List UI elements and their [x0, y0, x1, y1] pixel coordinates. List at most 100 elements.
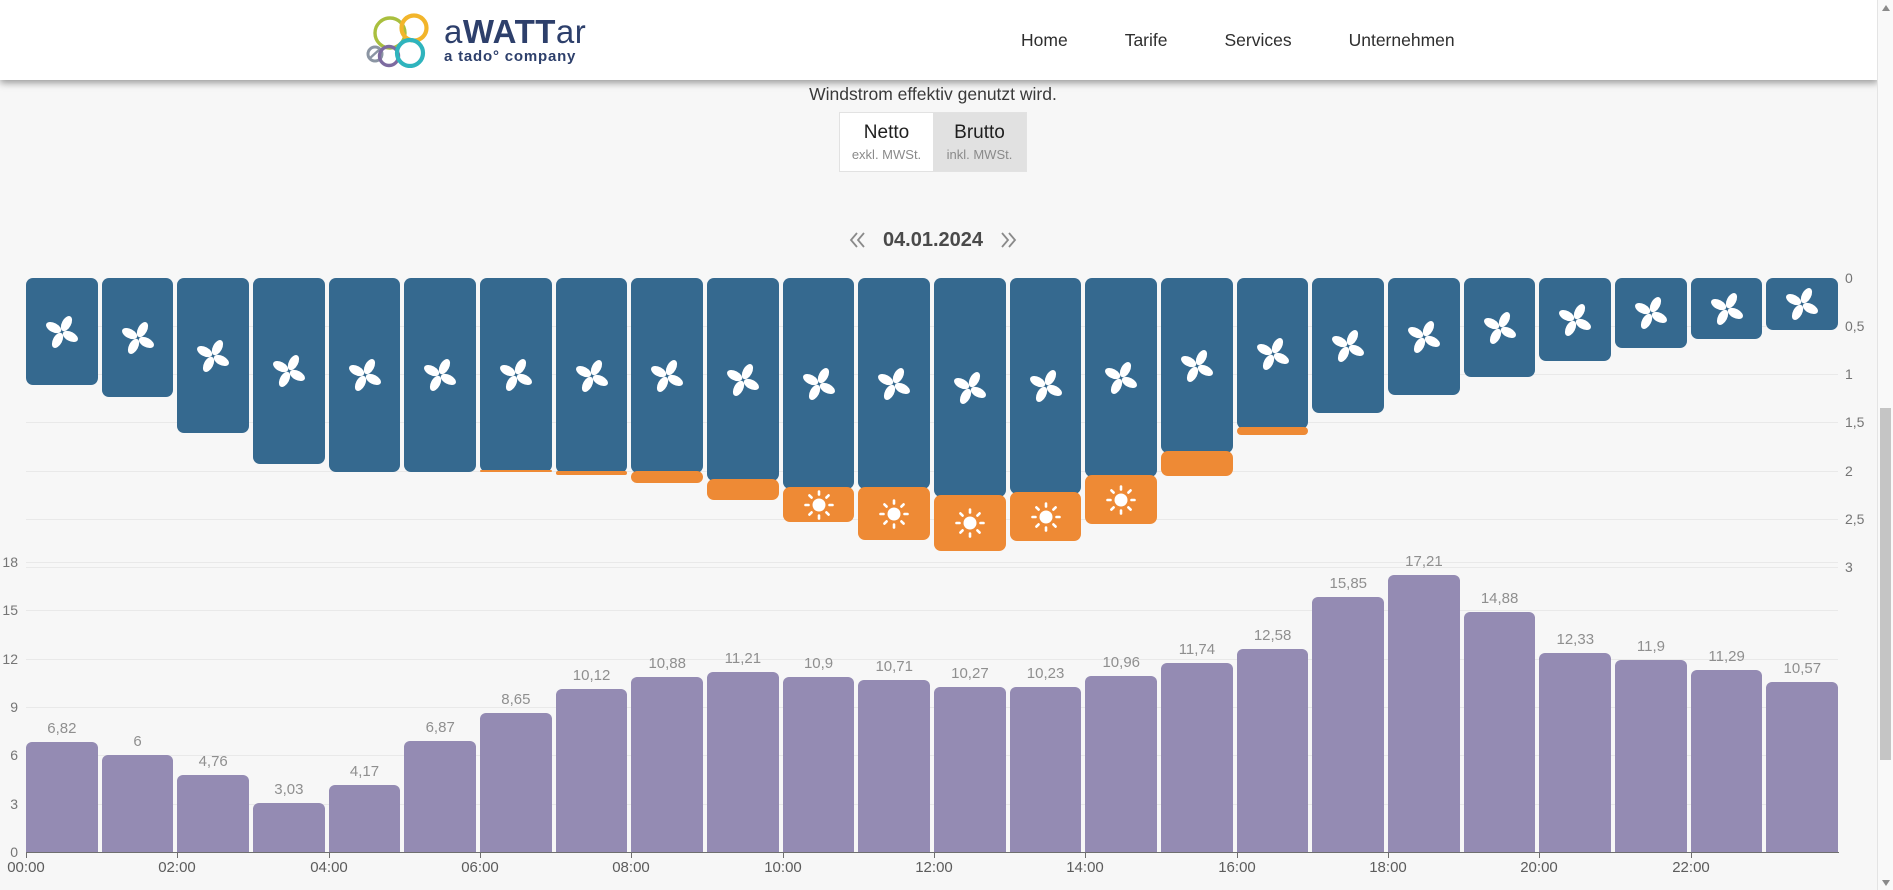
forecast-column[interactable] [1539, 278, 1611, 361]
wind-turbine-icon [346, 356, 384, 394]
forecast-column[interactable] [1085, 278, 1157, 524]
price-value-label: 10,57 [1752, 660, 1852, 677]
forecast-column[interactable] [1388, 278, 1460, 395]
price-column[interactable]: 14,88 [1464, 560, 1536, 852]
price-column[interactable]: 8,65 [480, 560, 552, 852]
netto-toggle-button[interactable]: Netto exkl. MWSt. [840, 113, 933, 171]
forecast-column[interactable] [858, 278, 930, 540]
price-column[interactable]: 11,74 [1161, 560, 1233, 852]
wind-turbine-icon [1783, 285, 1821, 323]
awattar-logo-icon [363, 12, 433, 68]
next-day-button[interactable] [996, 228, 1020, 252]
nav-unternehmen[interactable]: Unternehmen [1349, 30, 1455, 51]
price-column[interactable]: 10,23 [1010, 560, 1082, 852]
forecast-column[interactable] [1161, 278, 1233, 476]
forecast-column[interactable] [1615, 278, 1687, 348]
wind-turbine-icon [1178, 347, 1216, 385]
price-column[interactable]: 10,27 [934, 560, 1006, 852]
forecast-column[interactable] [1464, 278, 1536, 377]
price-bar [1464, 612, 1536, 852]
price-column[interactable]: 11,21 [707, 560, 779, 852]
price-column[interactable]: 10,57 [1766, 560, 1838, 852]
forecast-column[interactable] [1237, 278, 1309, 435]
wind-turbine-icon [1405, 318, 1443, 356]
forecast-column[interactable] [329, 278, 401, 472]
x-axis-label: 16:00 [1207, 859, 1267, 876]
brutto-toggle-button[interactable]: Brutto inkl. MWSt. [933, 113, 1026, 171]
forecast-column[interactable] [1766, 278, 1838, 330]
price-column[interactable]: 10,96 [1085, 560, 1157, 852]
price-column[interactable]: 6,82 [26, 560, 98, 852]
forecast-column[interactable] [26, 278, 98, 385]
price-column[interactable]: 15,85 [1312, 560, 1384, 852]
wind-bar [1464, 278, 1536, 377]
price-column[interactable]: 10,71 [858, 560, 930, 852]
page-scrollbar[interactable] [1877, 0, 1893, 890]
wind-turbine-icon [648, 357, 686, 395]
forecast-column[interactable] [556, 278, 628, 475]
forecast-column[interactable] [404, 278, 476, 472]
wind-bar [1237, 278, 1309, 429]
wind-turbine-icon [119, 319, 157, 357]
forecast-column[interactable] [1691, 278, 1763, 339]
wind-bar [934, 278, 1006, 497]
wind-bar [1388, 278, 1460, 395]
wind-bar [1615, 278, 1687, 348]
x-axis-label: 14:00 [1055, 859, 1115, 876]
forecast-column[interactable] [1312, 278, 1384, 413]
date-navigation: 04.01.2024 [0, 228, 1866, 252]
price-bar [858, 680, 930, 852]
previous-day-button[interactable] [846, 228, 870, 252]
logo[interactable]: aWATTar a tado° company [363, 12, 586, 68]
forecast-column[interactable] [707, 278, 779, 500]
x-axis-label: 08:00 [601, 859, 661, 876]
x-axis-label: 20:00 [1509, 859, 1569, 876]
renewable-forecast-chart: 00,511,522,53 [0, 278, 1878, 568]
price-column[interactable]: 10,9 [783, 560, 855, 852]
price-bar [1010, 687, 1082, 852]
solar-bar [1010, 492, 1082, 541]
price-column[interactable]: 4,76 [177, 560, 249, 852]
price-column[interactable]: 12,33 [1539, 560, 1611, 852]
nav-tarife[interactable]: Tarife [1125, 30, 1168, 51]
tick-mark [26, 852, 27, 858]
wind-turbine-icon [1481, 309, 1519, 347]
solar-bar [1085, 475, 1157, 524]
forecast-column[interactable] [934, 278, 1006, 551]
price-column[interactable]: 10,88 [631, 560, 703, 852]
wind-bar [177, 278, 249, 433]
price-column[interactable]: 12,58 [1237, 560, 1309, 852]
forecast-column[interactable] [253, 278, 325, 464]
forecast-column[interactable] [1010, 278, 1082, 541]
solar-bar [1237, 427, 1309, 435]
price-column[interactable]: 3,03 [253, 560, 325, 852]
wind-bar [1691, 278, 1763, 339]
scroll-down-arrow[interactable] [1878, 875, 1893, 890]
forecast-column[interactable] [631, 278, 703, 483]
price-bar [1615, 660, 1687, 852]
price-bar [329, 785, 401, 852]
price-bar [934, 687, 1006, 852]
scrollbar-thumb[interactable] [1880, 408, 1891, 760]
price-column[interactable]: 11,29 [1691, 560, 1763, 852]
y-axis-label: 15 [0, 601, 18, 619]
nav-home[interactable]: Home [1021, 30, 1068, 51]
forecast-column[interactable] [783, 278, 855, 522]
price-column[interactable]: 11,9 [1615, 560, 1687, 852]
tick-mark [631, 852, 632, 858]
scroll-up-arrow[interactable] [1878, 0, 1893, 15]
price-bar [1388, 575, 1460, 852]
price-value-label: 8,65 [466, 691, 566, 708]
forecast-bars [26, 278, 1838, 568]
price-value-label: 6,87 [390, 719, 490, 736]
price-column[interactable]: 6 [102, 560, 174, 852]
forecast-column[interactable] [177, 278, 249, 433]
price-column[interactable]: 10,12 [556, 560, 628, 852]
forecast-column[interactable] [480, 278, 552, 472]
wind-turbine-icon [421, 356, 459, 394]
intro-text: Windstrom effektiv genutzt wird. [0, 84, 1866, 105]
price-column[interactable]: 4,17 [329, 560, 401, 852]
forecast-column[interactable] [102, 278, 174, 397]
nav-services[interactable]: Services [1224, 30, 1291, 51]
price-bars: 6,8264,763,034,176,878,6510,1210,8811,21… [26, 560, 1838, 852]
